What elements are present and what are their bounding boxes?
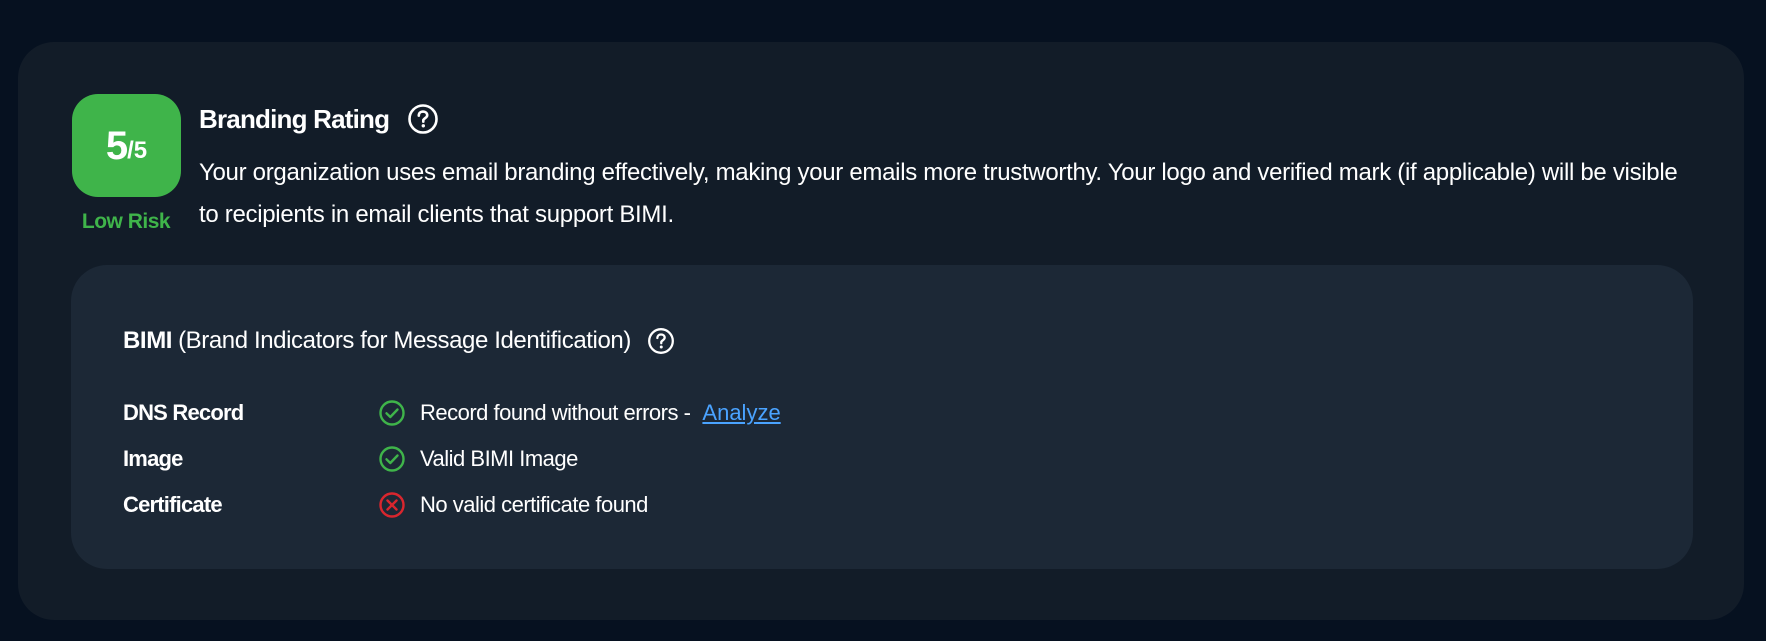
bimi-full-name: (Brand Indicators for Message Identifica… — [178, 327, 631, 354]
row-label: Certificate — [123, 492, 223, 517]
title-row: Branding Rating — [199, 97, 439, 141]
question-circle-icon[interactable] — [647, 327, 675, 355]
status-row-dns-record: DNS Record Record found without errors -… — [123, 390, 781, 436]
card-title: Branding Rating — [199, 103, 390, 134]
score-value: 5 — [105, 123, 128, 168]
score-badge: 5 /5 — [72, 94, 181, 197]
check-circle-icon — [378, 399, 406, 427]
score-denominator: /5 — [127, 136, 148, 164]
bimi-abbreviation: BIMI — [123, 327, 173, 354]
bimi-panel: BIMI (Brand Indicators for Message Ident… — [71, 265, 1693, 569]
question-circle-icon[interactable] — [407, 103, 439, 135]
row-label: DNS Record — [123, 400, 244, 425]
check-circle-icon — [378, 445, 406, 473]
row-label: Image — [123, 446, 183, 471]
x-circle-icon — [378, 491, 406, 519]
bimi-section-title: BIMI (Brand Indicators for Message Ident… — [123, 327, 675, 355]
risk-label: Low Risk — [81, 210, 171, 233]
bimi-status-list: DNS Record Record found without errors -… — [123, 390, 781, 528]
branding-rating-card: 5 /5 Low Risk Branding Rating Your organ… — [18, 42, 1744, 620]
rating-description: Your organization uses email branding ef… — [199, 159, 1678, 228]
status-text: Record found without errors - — [420, 400, 691, 425]
status-text: No valid certificate found — [420, 492, 648, 517]
analyze-link[interactable]: Analyze — [702, 400, 780, 426]
status-row-image: Image Valid BIMI Image — [123, 436, 781, 482]
status-row-certificate: Certificate No valid certificate found — [123, 482, 781, 528]
status-text: Valid BIMI Image — [420, 446, 578, 471]
